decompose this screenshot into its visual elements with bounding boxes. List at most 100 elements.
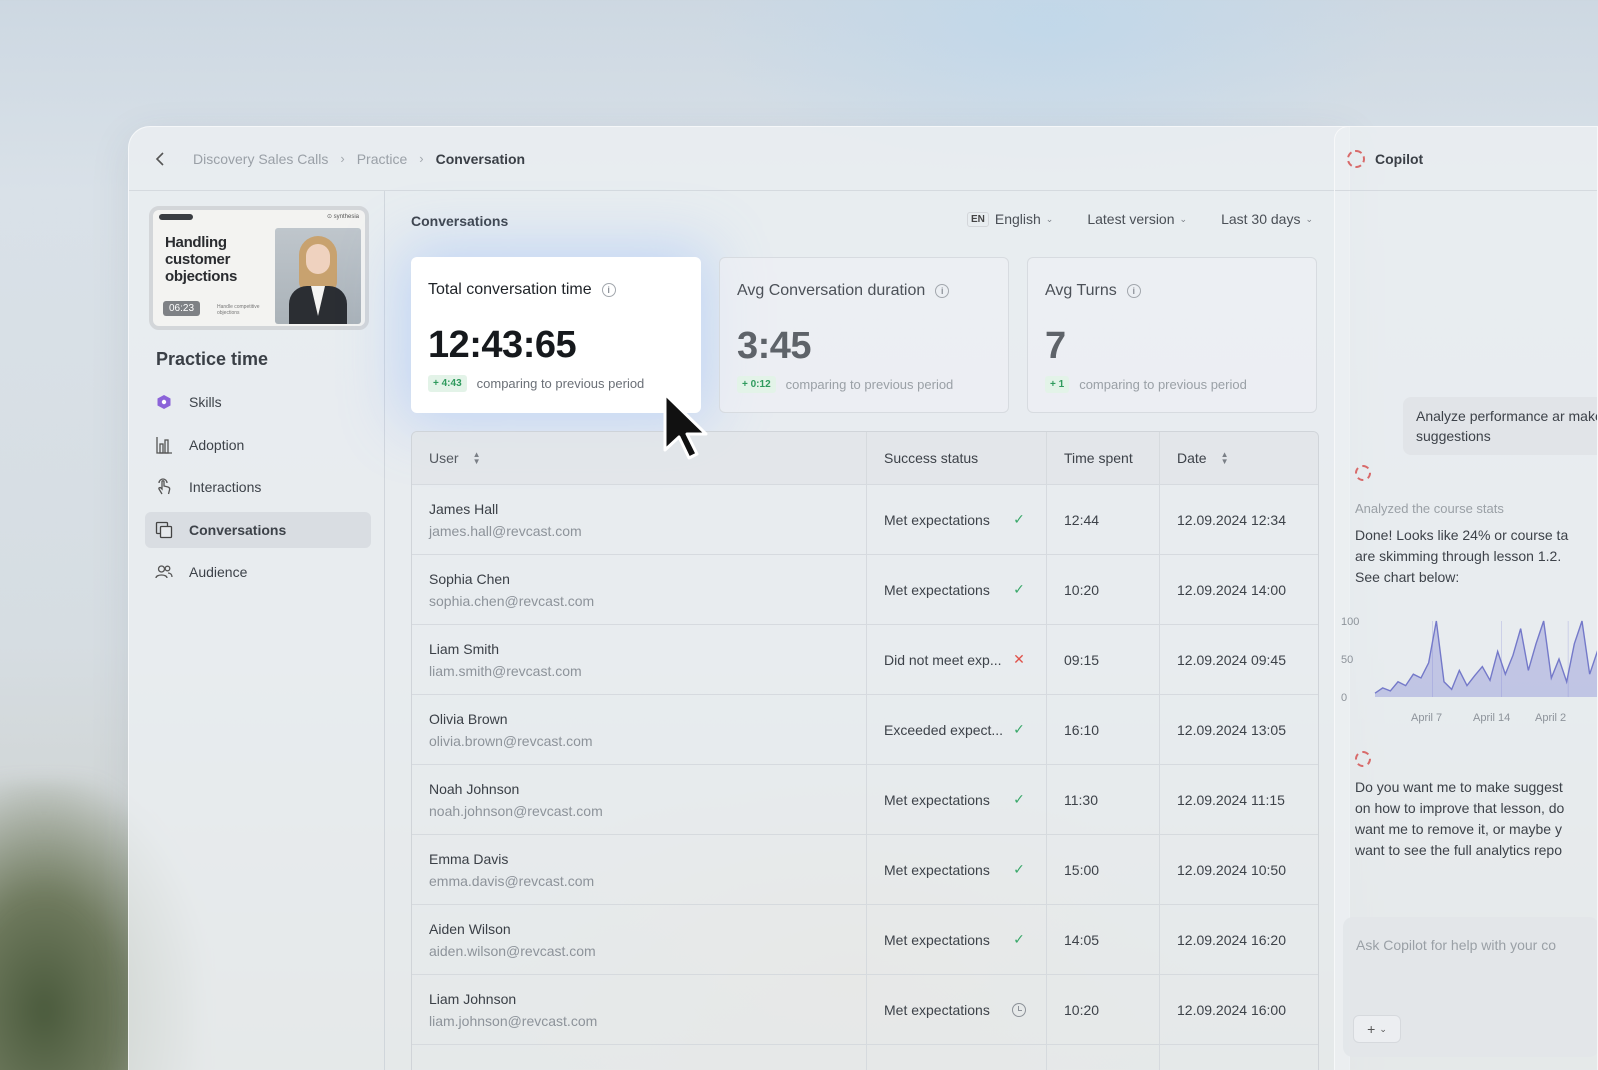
table-row[interactable]: Liam Smith liam.smith@revcast.com Did not …: [412, 624, 1318, 694]
status-cell: Met expectations ✓: [867, 905, 1047, 974]
time-cell: [1047, 1045, 1160, 1070]
chevron-down-icon: ⌄: [1379, 1023, 1387, 1034]
version-dropdown[interactable]: Latest version ⌄: [1087, 211, 1187, 227]
copilot-input[interactable]: Ask Copilot for help with your co + ⌄: [1343, 917, 1597, 1057]
stat-label: Avg Turns: [1045, 282, 1117, 299]
column-header-user[interactable]: User ▲ ▼: [412, 432, 867, 484]
time-cell: 16:10: [1047, 695, 1160, 764]
user-name: Emma Davis: [429, 850, 509, 867]
x-tick-label: April 7: [1411, 712, 1442, 724]
copilot-avatar-icon: [1355, 751, 1371, 767]
clock-icon: [1012, 1002, 1026, 1017]
status-cell: Met expectations ✓: [867, 835, 1047, 904]
time-cell: 10:20: [1047, 975, 1160, 1044]
language-code-badge: EN: [966, 211, 989, 227]
mouse-cursor-icon: [663, 392, 708, 460]
column-header-date[interactable]: Date ▲ ▼: [1160, 432, 1318, 484]
add-attachment-button[interactable]: + ⌄: [1353, 1015, 1401, 1043]
compare-text: comparing to previous period: [785, 377, 954, 392]
copilot-title: Copilot: [1375, 150, 1424, 167]
table-row[interactable]: James Hall james.hall@revcast.com Met expe…: [412, 484, 1318, 554]
time-cell: 15:00: [1047, 835, 1160, 904]
status-cell: Met expectations ✓: [867, 555, 1047, 624]
stat-card-total-time[interactable]: Total conversation time i 12:43:65 + 4:43…: [411, 257, 701, 413]
skills-hexagon-icon: [155, 393, 173, 411]
main-window: Discovery Sales Calls › Practice › Conve…: [128, 126, 1350, 1070]
table-row[interactable]: Noah Johnson noah.johnson@revcast.com Met …: [412, 764, 1318, 834]
status-cell: Did not meet exp... ✕: [867, 625, 1047, 694]
user-cell: James Hall james.hall@revcast.com: [412, 485, 867, 554]
status-cell: Met expectations ✓: [867, 765, 1047, 834]
chart-area: [1375, 621, 1597, 697]
date-cell: [1160, 1045, 1318, 1070]
table-header: User ▲ ▼ Success status Time spent Date ▲ ▼: [412, 432, 1318, 484]
user-cell: Sophia Chen sophia.chen@revcast.com: [412, 555, 867, 624]
table-row[interactable]: Emma Davis emma.davis@revcast.com Met expe…: [412, 834, 1318, 904]
tap-hand-icon: [155, 478, 173, 496]
thumbnail-subtitle: Handle competitive objections: [217, 304, 260, 316]
breadcrumb-item[interactable]: Discovery Sales Calls: [193, 151, 328, 167]
breadcrumb-item[interactable]: Practice: [357, 151, 408, 167]
user-cell: Aiden Wilson aiden.wilson@revcast.com: [412, 905, 867, 974]
version-value: Latest version: [1087, 211, 1175, 227]
delta-badge: + 4:43: [428, 375, 467, 392]
user-email: sophia.chen@revcast.com: [429, 592, 595, 609]
stat-value: 12:43:65: [428, 324, 577, 366]
check-icon: ✓: [1013, 581, 1025, 597]
period-value: Last 30 days: [1221, 211, 1301, 227]
user-cell: Olivia Brown olivia.brown@revcast.com: [412, 695, 867, 764]
sidebar-item-skills[interactable]: Skills: [145, 384, 371, 420]
check-icon: ✓: [1013, 791, 1025, 807]
table-row[interactable]: Aiden Wilson aiden.wilson@revcast.com Met …: [412, 904, 1318, 974]
info-icon[interactable]: i: [935, 284, 950, 298]
user-name: Liam Smith: [429, 640, 500, 657]
sidebar-item-label: Skills: [189, 394, 222, 410]
analyzed-label: Analyzed the course stats: [1355, 501, 1504, 516]
info-icon[interactable]: i: [1126, 284, 1141, 298]
user-email: aiden.wilson@revcast.com: [429, 942, 596, 959]
language-value: English: [994, 211, 1041, 227]
delta-badge: + 1: [1045, 376, 1070, 393]
stat-card-avg-duration[interactable]: Avg Conversation duration i 3:45 + 0:12 co…: [719, 257, 1009, 413]
sidebar-item-audience[interactable]: Audience: [145, 554, 371, 590]
table-row[interactable]: Olivia Brown olivia.brown@revcast.com Exce…: [412, 694, 1318, 764]
sort-icon[interactable]: ▲ ▼: [473, 451, 481, 466]
stat-value: 7: [1045, 325, 1066, 367]
table-row[interactable]: Isabella Martinez: [412, 1044, 1318, 1070]
column-header-status: Success status: [867, 432, 1047, 484]
thumbnail-duration: 06:23: [163, 301, 201, 316]
user-cell: Liam Smith liam.smith@revcast.com: [412, 625, 867, 694]
copilot-logo-icon: [1347, 149, 1365, 168]
user-cell: Liam Johnson liam.johnson@revcast.com: [412, 975, 867, 1044]
conversations-icon: [155, 521, 173, 539]
user-email: noah.johnson@revcast.com: [429, 802, 603, 819]
chevron-down-icon: ⌄: [1179, 213, 1188, 224]
stat-card-avg-turns[interactable]: Avg Turns i 7 + 1 comparing to previous pe…: [1027, 257, 1317, 413]
course-thumbnail[interactable]: ⊙ synthesia Handling customer objections…: [149, 206, 369, 330]
status-text: Met expectations: [884, 511, 990, 528]
check-icon: ✓: [1013, 511, 1025, 527]
sidebar-item-interactions[interactable]: Interactions: [145, 469, 371, 505]
sidebar-item-conversations[interactable]: Conversations: [145, 511, 371, 548]
check-icon: ✓: [1013, 931, 1025, 947]
y-tick-label: 0: [1341, 692, 1347, 704]
user-cell: Emma Davis emma.davis@revcast.com: [412, 835, 867, 904]
user-email: james.hall@revcast.com: [429, 522, 582, 539]
table-row[interactable]: Sophia Chen sophia.chen@revcast.com Met ex…: [412, 554, 1318, 624]
x-tick-label: April 2: [1535, 712, 1566, 724]
time-cell: 09:15: [1047, 625, 1160, 694]
sidebar-item-adoption[interactable]: Adoption: [145, 427, 371, 463]
table-row[interactable]: Liam Johnson liam.johnson@revcast.com Met …: [412, 974, 1318, 1044]
back-arrow-icon[interactable]: [151, 150, 169, 168]
copilot-followup: Do you want me to make suggest on how to…: [1355, 779, 1565, 858]
language-dropdown[interactable]: EN English ⌄: [966, 211, 1053, 227]
check-icon: ✓: [1013, 721, 1025, 737]
info-icon[interactable]: i: [601, 283, 616, 297]
status-cell: Exceeded expect... ✓: [867, 695, 1047, 764]
user-message: Analyze performance ar make suggestions: [1403, 397, 1597, 455]
sort-icon[interactable]: ▲ ▼: [1221, 451, 1229, 466]
period-dropdown[interactable]: Last 30 days ⌄: [1221, 211, 1313, 227]
copilot-reply: Done! Looks like 24% or course ta are sk…: [1355, 527, 1569, 585]
sidebar-nav: Skills Adoption Interactions Conversatio…: [145, 384, 371, 597]
breadcrumb: Discovery Sales Calls › Practice › Conve…: [129, 127, 1349, 191]
